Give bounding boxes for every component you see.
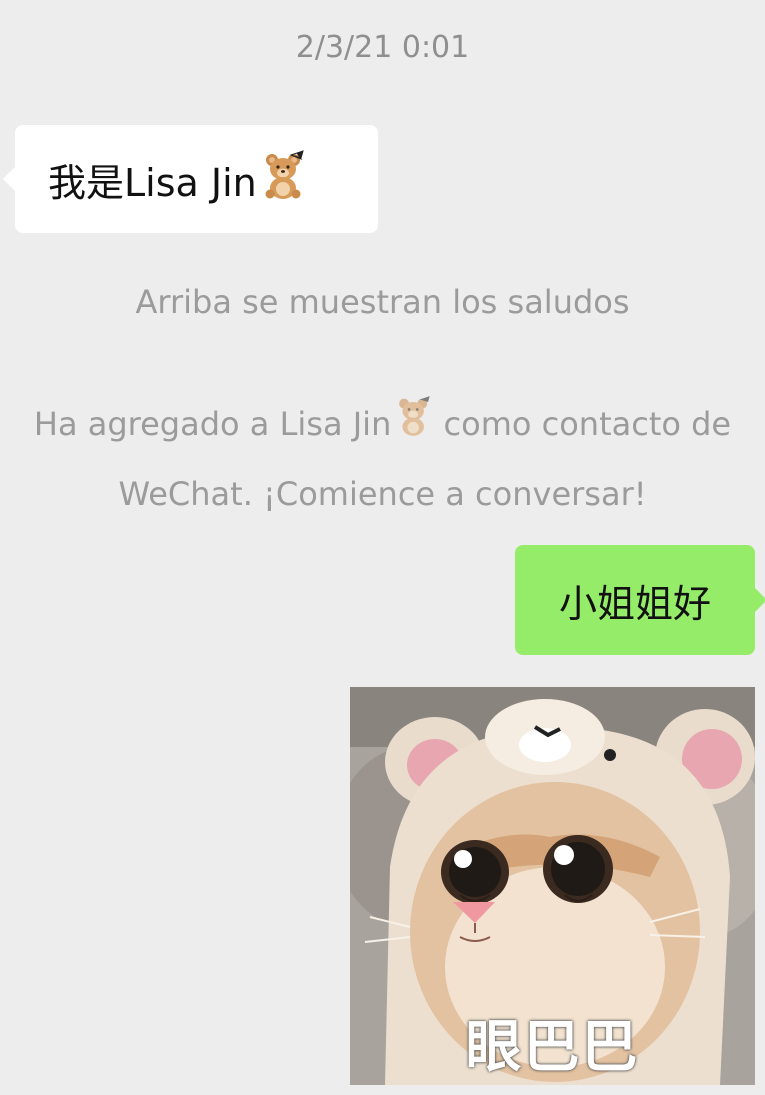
contact-added-line2: WeChat. ¡Comience a conversar! (118, 475, 647, 513)
cat-sticker-image[interactable]: 眼巴巴 (350, 687, 755, 1085)
sticker-caption: 眼巴巴 (465, 1015, 640, 1080)
incoming-message-bubble[interactable]: 我是Lisa Jin (3, 125, 378, 233)
outgoing-message-bubble[interactable]: 小姐姐好 (515, 545, 765, 655)
contact-added-system-notice: Ha agregado a Lisa Jin como contacto de … (0, 390, 765, 528)
outgoing-message-text: 小姐姐好 (558, 581, 711, 626)
greetings-system-notice: Arriba se muestran los saludos (135, 283, 630, 321)
message-timestamp: 2/3/21 0:01 (295, 30, 470, 65)
teddy-bear-icon (261, 149, 307, 209)
incoming-message-text: 我是Lisa Jin (48, 160, 257, 205)
teddy-bear-icon (395, 392, 433, 460)
contact-added-suffix: como contacto de (433, 405, 732, 443)
contact-added-prefix: Ha agregado a Lisa Jin (33, 405, 392, 443)
